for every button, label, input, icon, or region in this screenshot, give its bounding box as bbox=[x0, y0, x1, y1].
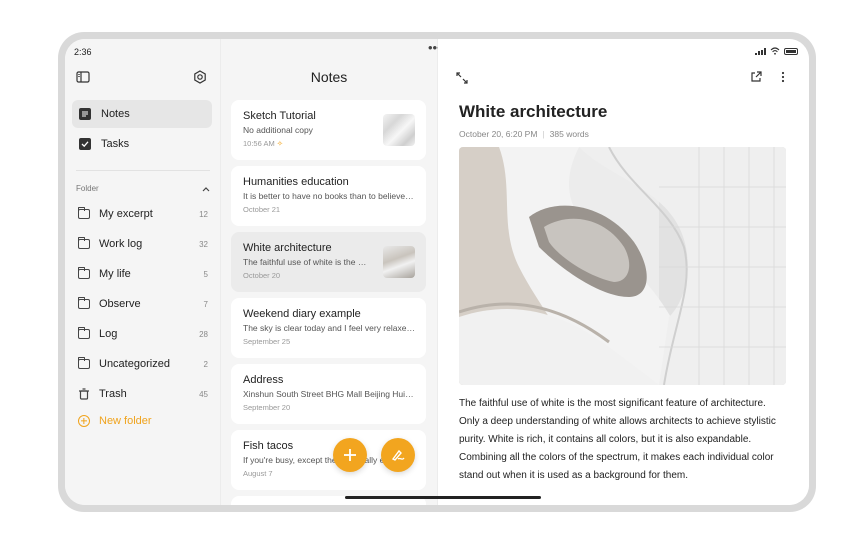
new-folder-button[interactable]: New folder bbox=[78, 415, 152, 427]
word-count: 385 words bbox=[549, 129, 589, 139]
folder-label: My excerpt bbox=[99, 208, 153, 220]
status-icons bbox=[755, 47, 798, 55]
share-icon[interactable] bbox=[750, 71, 762, 83]
folder-header[interactable]: Folder bbox=[76, 184, 210, 193]
note-thumbnail bbox=[383, 114, 415, 146]
folder-count: 32 bbox=[199, 239, 208, 249]
note-title: Humanities education bbox=[243, 176, 349, 188]
add-note-button[interactable] bbox=[333, 438, 367, 472]
note-card[interactable]: Sketch Tutorial No additional copy 10:56… bbox=[231, 100, 426, 160]
home-indicator bbox=[345, 496, 541, 499]
folder-item-uncategorized[interactable]: Uncategorized 2 bbox=[78, 355, 208, 373]
note-date: September 20 bbox=[243, 403, 291, 412]
folder-header-label: Folder bbox=[76, 184, 99, 193]
note-snippet: Xinshun South Street BHG Mall Beijing Hu… bbox=[243, 389, 415, 399]
note-date: September 25 bbox=[243, 337, 291, 346]
folder-count: 7 bbox=[203, 299, 208, 309]
add-circle-icon bbox=[78, 415, 90, 427]
settings-icon[interactable] bbox=[193, 70, 207, 84]
folder-label: My life bbox=[99, 268, 131, 280]
folder-icon bbox=[78, 237, 90, 249]
plus-icon bbox=[344, 449, 356, 461]
more-vertical-icon[interactable] bbox=[781, 71, 785, 83]
note-card[interactable]: Humanities education It is better to hav… bbox=[231, 166, 426, 226]
note-detail-pane: White architecture October 20, 6:20 PM |… bbox=[438, 39, 809, 505]
battery-icon bbox=[784, 47, 798, 55]
note-meta: October 20, 6:20 PM | 385 words bbox=[459, 129, 589, 139]
note-date-text: 10:56 AM bbox=[243, 139, 275, 148]
note-card[interactable]: Weekend diary example The sky is clear t… bbox=[231, 298, 426, 358]
folder-label: Uncategorized bbox=[99, 358, 170, 370]
folder-count: 45 bbox=[199, 389, 208, 399]
folder-item-work-log[interactable]: Work log 32 bbox=[78, 235, 208, 253]
notes-list-pane: ••• Notes Sketch Tutorial No additional … bbox=[221, 39, 442, 505]
folder-label: Observe bbox=[99, 298, 141, 310]
sidebar-item-label: Tasks bbox=[101, 138, 130, 150]
wifi-icon bbox=[770, 47, 780, 55]
divider bbox=[76, 170, 210, 171]
note-detail-title: White architecture bbox=[459, 102, 608, 121]
folder-icon bbox=[78, 297, 90, 309]
note-date: October 21 bbox=[243, 205, 281, 214]
folder-count: 28 bbox=[199, 329, 208, 339]
folder-label: Work log bbox=[99, 238, 143, 250]
handwrite-button[interactable] bbox=[381, 438, 415, 472]
folder-icon bbox=[78, 327, 90, 339]
note-card[interactable]: Address Xinshun South Street BHG Mall Be… bbox=[231, 364, 426, 424]
note-snippet: No additional copy bbox=[243, 125, 313, 135]
folder-count: 12 bbox=[199, 209, 208, 219]
note-date: August 7 bbox=[243, 469, 273, 478]
collapse-icon[interactable] bbox=[456, 72, 468, 84]
architecture-image bbox=[459, 147, 786, 385]
pen-icon bbox=[391, 449, 405, 461]
note-snippet: The sky is clear today and I feel very r… bbox=[243, 323, 415, 333]
folder-item-log[interactable]: Log 28 bbox=[78, 325, 208, 343]
page-title: Notes bbox=[310, 69, 348, 85]
folder-icon bbox=[78, 267, 90, 279]
note-snippet: The faithful use of white is the most si… bbox=[243, 257, 371, 267]
note-snippet: It is better to have no books than to be… bbox=[243, 191, 415, 201]
meta-separator: | bbox=[542, 129, 545, 139]
folder-item-trash[interactable]: Trash 45 bbox=[78, 385, 208, 403]
note-detail-date: October 20, 6:20 PM bbox=[459, 129, 538, 139]
folder-icon bbox=[78, 207, 90, 219]
tablet-frame: 2:36 Notes Tasks Folder My excerpt 12 Wo… bbox=[58, 32, 816, 512]
folder-item-observe[interactable]: Observe 7 bbox=[78, 295, 208, 313]
new-folder-label: New folder bbox=[99, 415, 152, 427]
sidebar: 2:36 Notes Tasks Folder My excerpt 12 Wo… bbox=[65, 39, 221, 505]
status-time: 2:36 bbox=[74, 47, 92, 57]
chevron-up-icon[interactable] bbox=[202, 186, 210, 192]
folder-count: 2 bbox=[203, 359, 208, 369]
notes-icon bbox=[79, 108, 91, 120]
sidebar-item-label: Notes bbox=[101, 108, 130, 120]
screen: 2:36 Notes Tasks Folder My excerpt 12 Wo… bbox=[65, 39, 809, 505]
folder-icon bbox=[78, 357, 90, 369]
note-body[interactable]: The faithful use of white is the most si… bbox=[459, 395, 789, 485]
sidebar-item-notes[interactable]: Notes bbox=[72, 100, 212, 128]
folder-item-my-life[interactable]: My life 5 bbox=[78, 265, 208, 283]
note-thumbnail bbox=[383, 246, 415, 278]
folder-count: 5 bbox=[203, 269, 208, 279]
signal-icon bbox=[755, 47, 766, 55]
sidebar-toggle-icon[interactable] bbox=[76, 70, 90, 84]
folder-label: Log bbox=[99, 328, 118, 340]
checkbox-icon bbox=[79, 138, 91, 150]
note-card-selected[interactable]: White architecture The faithful use of w… bbox=[231, 232, 426, 292]
sidebar-item-tasks[interactable]: Tasks bbox=[72, 130, 212, 158]
folder-item-my-excerpt[interactable]: My excerpt 12 bbox=[78, 205, 208, 223]
note-title: Address bbox=[243, 374, 284, 386]
sparkle-icon: ✧ bbox=[276, 139, 284, 148]
note-title: Weekend diary example bbox=[243, 308, 361, 320]
folder-label: Trash bbox=[99, 388, 127, 400]
trash-icon bbox=[79, 388, 89, 400]
